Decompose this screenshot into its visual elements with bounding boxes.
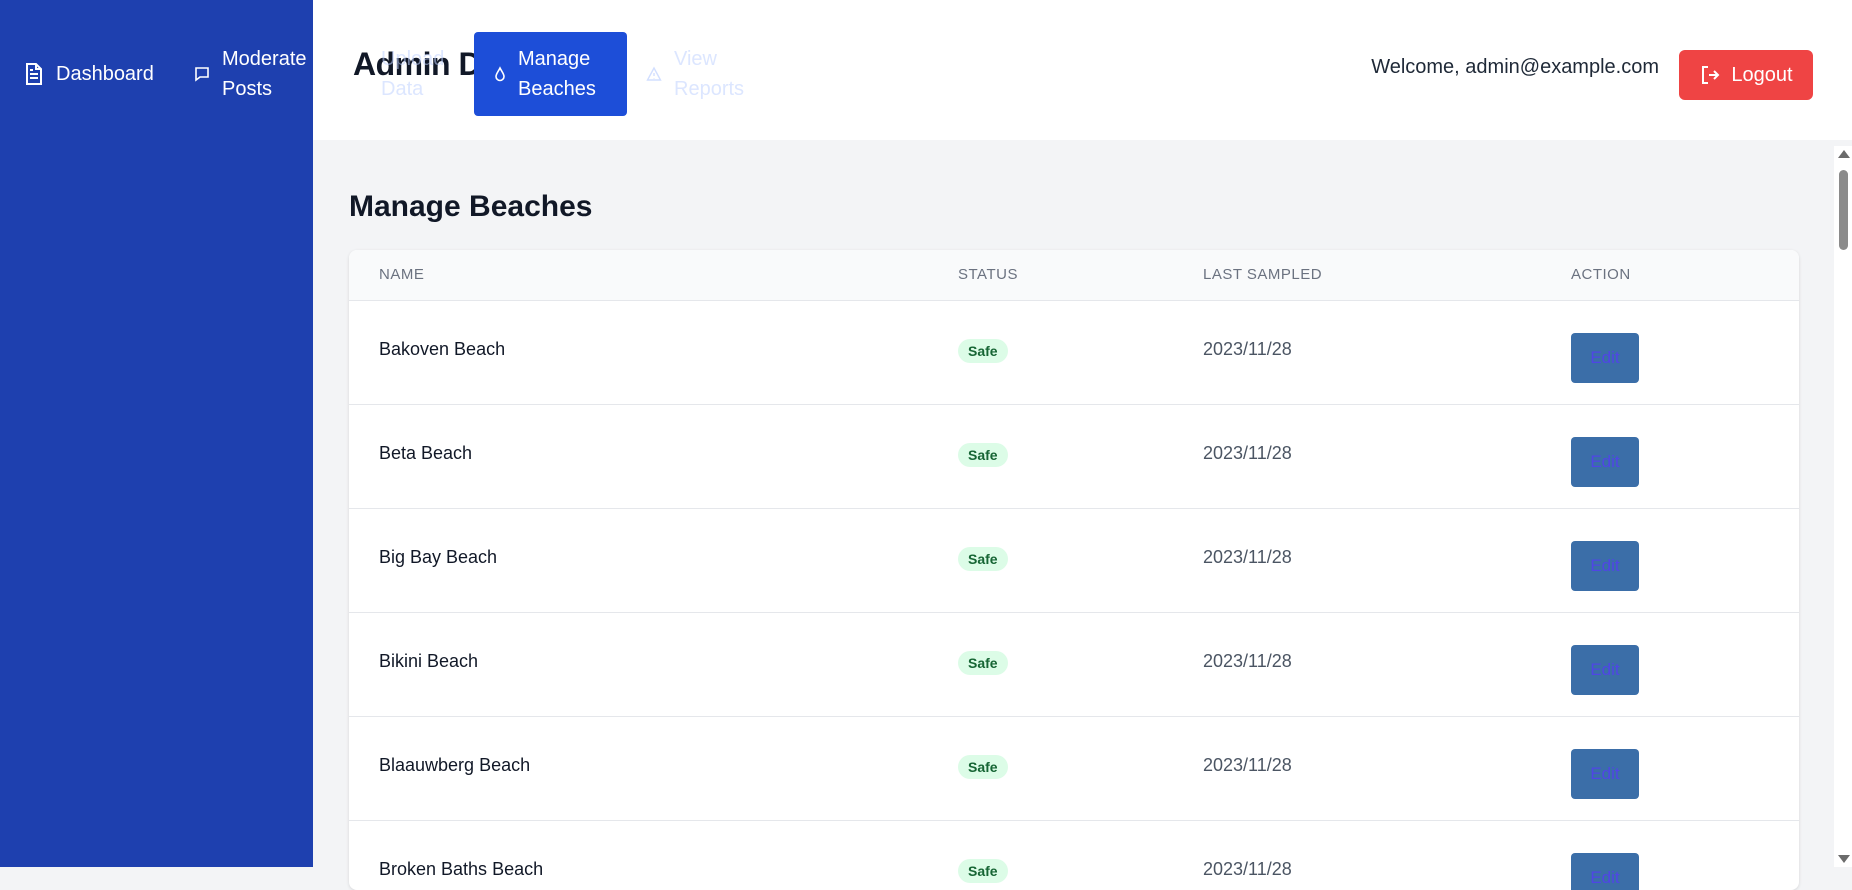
column-header-status: Status [958, 266, 1018, 283]
nav-item-moderate-posts[interactable]: Moderate Posts [194, 44, 316, 104]
document-icon [24, 62, 44, 86]
nav-item-upload-data[interactable]: Upload Data [381, 44, 445, 104]
page-scrollbar[interactable] [1834, 146, 1852, 867]
edit-button[interactable]: Edit [1571, 541, 1639, 591]
welcome-text: Welcome, admin@example.com [1371, 56, 1659, 78]
column-header-name: Name [379, 266, 425, 283]
edit-button[interactable]: Edit [1571, 645, 1639, 695]
message-icon [194, 66, 210, 82]
logout-label: Logout [1731, 63, 1793, 86]
table-row: Bakoven Beach Safe 2023/11/28 Edit [349, 301, 1799, 405]
nav-item-view-reports[interactable]: View Reports [646, 44, 754, 104]
last-sampled-date: 2023/11/28 [1203, 755, 1292, 775]
last-sampled-date: 2023/11/28 [1203, 339, 1292, 359]
logout-button[interactable]: Logout [1679, 50, 1813, 100]
nav-label-moderate-posts: Moderate Posts [222, 48, 307, 100]
edit-button[interactable]: Edit [1571, 749, 1639, 799]
nav-item-dashboard[interactable]: Dashboard [24, 59, 154, 89]
droplet-icon [494, 66, 506, 82]
beach-name: Broken Baths Beach [379, 859, 544, 879]
nav-label-upload-data: Upload Data [381, 48, 445, 100]
scroll-up-arrow-icon[interactable] [1838, 150, 1850, 158]
beach-name: Bikini Beach [379, 651, 479, 671]
logout-icon [1699, 64, 1721, 86]
status-badge: Safe [958, 755, 1008, 779]
status-badge: Safe [958, 651, 1008, 675]
table-header: Name Status Last Sampled Action [349, 250, 1799, 301]
status-badge: Safe [958, 443, 1008, 467]
edit-button[interactable]: Edit [1571, 853, 1639, 890]
nav-label-view-reports: View Reports [674, 48, 745, 100]
beach-name: Blaauwberg Beach [379, 755, 531, 775]
beach-name: Bakoven Beach [379, 339, 506, 359]
status-badge: Safe [958, 547, 1008, 571]
table-row: Broken Baths Beach Safe 2023/11/28 Edit [349, 821, 1799, 890]
beach-name: Big Bay Beach [379, 547, 498, 567]
nav-label-dashboard: Dashboard [56, 63, 154, 85]
last-sampled-date: 2023/11/28 [1203, 859, 1292, 879]
table-row: Beta Beach Safe 2023/11/28 Edit [349, 405, 1799, 509]
beach-name: Beta Beach [379, 443, 473, 463]
table-row: Big Bay Beach Safe 2023/11/28 Edit [349, 509, 1799, 613]
nav-item-manage-beaches[interactable]: Manage Beaches [474, 32, 627, 116]
table-row: Blaauwberg Beach Safe 2023/11/28 Edit [349, 717, 1799, 821]
last-sampled-date: 2023/11/28 [1203, 547, 1292, 567]
edit-button[interactable]: Edit [1571, 437, 1639, 487]
nav-label-manage-beaches: Manage Beaches [518, 48, 596, 100]
scroll-down-arrow-icon[interactable] [1838, 855, 1850, 863]
edit-button[interactable]: Edit [1571, 333, 1639, 383]
scroll-thumb[interactable] [1839, 170, 1848, 250]
beaches-table: Name Status Last Sampled Action Bakoven … [349, 250, 1799, 890]
warning-icon [646, 66, 662, 82]
status-badge: Safe [958, 859, 1008, 883]
column-header-last-sampled: Last Sampled [1203, 266, 1323, 283]
last-sampled-date: 2023/11/28 [1203, 651, 1292, 671]
page-title: Manage Beaches [349, 190, 593, 223]
table-row: Bikini Beach Safe 2023/11/28 Edit [349, 613, 1799, 717]
status-badge: Safe [958, 339, 1008, 363]
sidebar [0, 0, 313, 867]
column-header-action: Action [1571, 266, 1631, 283]
last-sampled-date: 2023/11/28 [1203, 443, 1292, 463]
